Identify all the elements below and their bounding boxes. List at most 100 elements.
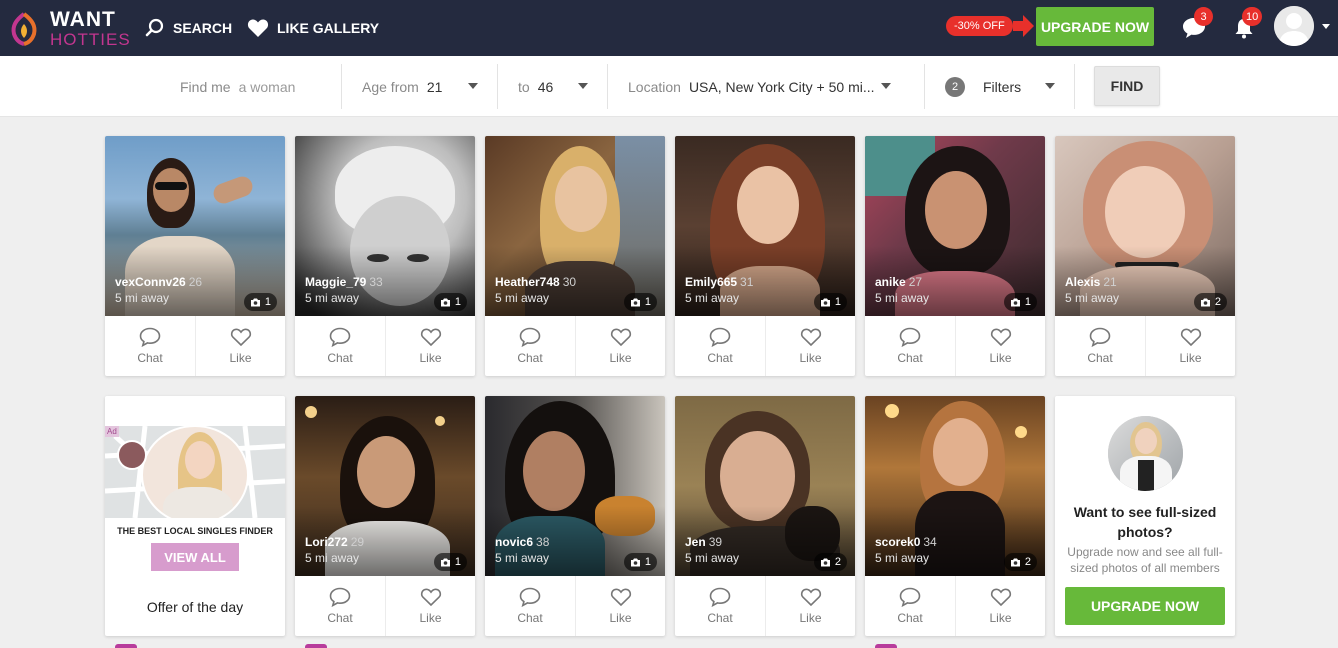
- photo-count-badge[interactable]: 2: [1193, 293, 1227, 311]
- profile-photo[interactable]: [865, 396, 1045, 576]
- photo-count-badge[interactable]: 1: [1003, 293, 1037, 311]
- profile-photo[interactable]: [295, 136, 475, 316]
- location-select[interactable]: Location USA, New York City + 50 mi...: [628, 64, 898, 109]
- camera-icon: [1010, 298, 1020, 306]
- profile-name[interactable]: scorek0 34: [875, 535, 937, 549]
- profile-name[interactable]: anike 27: [875, 275, 922, 289]
- ad-card[interactable]: Ad THE BEST LOCAL SINGLES FINDER VIEW AL…: [105, 396, 285, 636]
- card-actions: Chat Like: [675, 316, 855, 376]
- profile-photo[interactable]: [485, 136, 665, 316]
- upsell-avatar: [1108, 416, 1183, 491]
- card-actions: Chat Like: [295, 316, 475, 376]
- like-button[interactable]: Like: [765, 576, 855, 636]
- like-button[interactable]: Like: [385, 316, 475, 376]
- nav-like-gallery[interactable]: LIKE GALLERY: [247, 0, 379, 56]
- filters-label: Filters: [983, 78, 1022, 95]
- find-me-label: Find me: [180, 78, 231, 95]
- age-to-label: to: [518, 78, 530, 95]
- profile-photo[interactable]: [105, 136, 285, 316]
- profile-name[interactable]: Maggie_79 33: [305, 275, 383, 289]
- view-all-button[interactable]: VIEW ALL: [151, 543, 239, 571]
- chat-button[interactable]: Chat: [675, 576, 765, 636]
- heart-outline-icon: [420, 328, 441, 347]
- chat-button[interactable]: Chat: [675, 316, 765, 376]
- chat-button[interactable]: Chat: [295, 316, 385, 376]
- find-me-select[interactable]: Find me a woman: [180, 64, 340, 109]
- chat-button[interactable]: Chat: [865, 576, 955, 636]
- profile-photo[interactable]: [865, 136, 1045, 316]
- photo-count-badge[interactable]: 2: [1003, 553, 1037, 571]
- age-from-select[interactable]: Age from 21: [362, 64, 482, 109]
- upsell-text: Upgrade now and see all full-sized photo…: [1067, 545, 1223, 575]
- profile-card: Heather748 30 5 mi away 1 Chat Like: [485, 136, 665, 376]
- photo-count-badge[interactable]: 1: [243, 293, 277, 311]
- profile-card: anike 27 5 mi away 1 Chat Like: [865, 136, 1045, 376]
- chat-button[interactable]: Chat: [295, 576, 385, 636]
- photo-count-badge[interactable]: 1: [813, 293, 847, 311]
- profile-photo[interactable]: [485, 396, 665, 576]
- chat-icon: [329, 587, 351, 607]
- profile-name[interactable]: Lori272 29: [305, 535, 364, 549]
- profile-age: 26: [188, 275, 203, 289]
- profile-name[interactable]: Jen 39: [685, 535, 722, 549]
- profile-name[interactable]: Alexis 21: [1065, 275, 1117, 289]
- profile-age: 21: [1103, 275, 1117, 289]
- photo-count-badge[interactable]: 2: [813, 553, 847, 571]
- chat-button[interactable]: Chat: [105, 316, 195, 376]
- like-button[interactable]: Like: [955, 576, 1045, 636]
- like-button[interactable]: Like: [955, 316, 1045, 376]
- profile-name[interactable]: vexConnv26 26: [115, 275, 202, 289]
- filters-dropdown[interactable]: 2 Filters: [945, 64, 1057, 109]
- account-menu-caret[interactable]: [1322, 24, 1330, 29]
- like-button[interactable]: Like: [1145, 316, 1235, 376]
- photo-count-badge[interactable]: 1: [623, 293, 657, 311]
- discount-badge: -30% OFF: [946, 16, 1013, 36]
- upgrade-now-button[interactable]: UPGRADE NOW: [1036, 7, 1154, 46]
- age-to-select[interactable]: to 46: [518, 64, 593, 109]
- camera-icon: [440, 298, 450, 306]
- like-button[interactable]: Like: [765, 316, 855, 376]
- profile-photo[interactable]: [675, 396, 855, 576]
- chat-button[interactable]: Chat: [1055, 316, 1145, 376]
- chat-button[interactable]: Chat: [485, 576, 575, 636]
- ad-image: Ad: [105, 396, 285, 518]
- messages-button[interactable]: 3: [1176, 7, 1213, 46]
- profile-photo[interactable]: [675, 136, 855, 316]
- like-button[interactable]: Like: [385, 576, 475, 636]
- chat-icon: [519, 327, 541, 347]
- profile-card: vexConnv26 26 5 mi away 1 Chat Like: [105, 136, 285, 376]
- user-avatar[interactable]: [1274, 6, 1314, 46]
- photo-count-badge[interactable]: 1: [433, 553, 467, 571]
- chat-button[interactable]: Chat: [485, 316, 575, 376]
- like-button[interactable]: Like: [195, 316, 285, 376]
- profile-distance: 5 mi away: [1065, 291, 1120, 305]
- age-to-value: 46: [537, 78, 554, 95]
- site-logo[interactable]: WANT HOTTIES: [6, 8, 131, 48]
- profile-name[interactable]: Heather748 30: [495, 275, 576, 289]
- upsell-upgrade-button[interactable]: UPGRADE NOW: [1065, 587, 1225, 625]
- photo-count-badge[interactable]: 1: [433, 293, 467, 311]
- user-silhouette-icon: [1274, 6, 1314, 46]
- age-from-value: 21: [426, 78, 443, 95]
- card-actions: Chat Like: [865, 576, 1045, 636]
- discount-promo[interactable]: -30% OFF: [946, 14, 1035, 38]
- find-button[interactable]: FIND: [1094, 66, 1160, 106]
- camera-icon: [1200, 298, 1210, 306]
- profile-photo[interactable]: [1055, 136, 1235, 316]
- top-navigation-bar: WANT HOTTIES SEARCH LIKE GALLERY -30% OF…: [0, 0, 1338, 56]
- profile-name[interactable]: novic6 38: [495, 535, 549, 549]
- filter-divider: [341, 64, 342, 109]
- card-actions: Chat Like: [1055, 316, 1235, 376]
- ad-mini-avatar: [117, 440, 147, 470]
- camera-icon: [250, 298, 260, 306]
- nav-search[interactable]: SEARCH: [145, 0, 232, 56]
- notifications-button[interactable]: 10: [1226, 7, 1263, 46]
- location-caret-icon: [881, 83, 891, 89]
- photo-count-badge[interactable]: 1: [623, 553, 657, 571]
- chat-button[interactable]: Chat: [865, 316, 955, 376]
- chat-icon: [139, 327, 161, 347]
- profile-name[interactable]: Emily665 31: [685, 275, 753, 289]
- like-button[interactable]: Like: [575, 316, 665, 376]
- like-button[interactable]: Like: [575, 576, 665, 636]
- profile-photo[interactable]: [295, 396, 475, 576]
